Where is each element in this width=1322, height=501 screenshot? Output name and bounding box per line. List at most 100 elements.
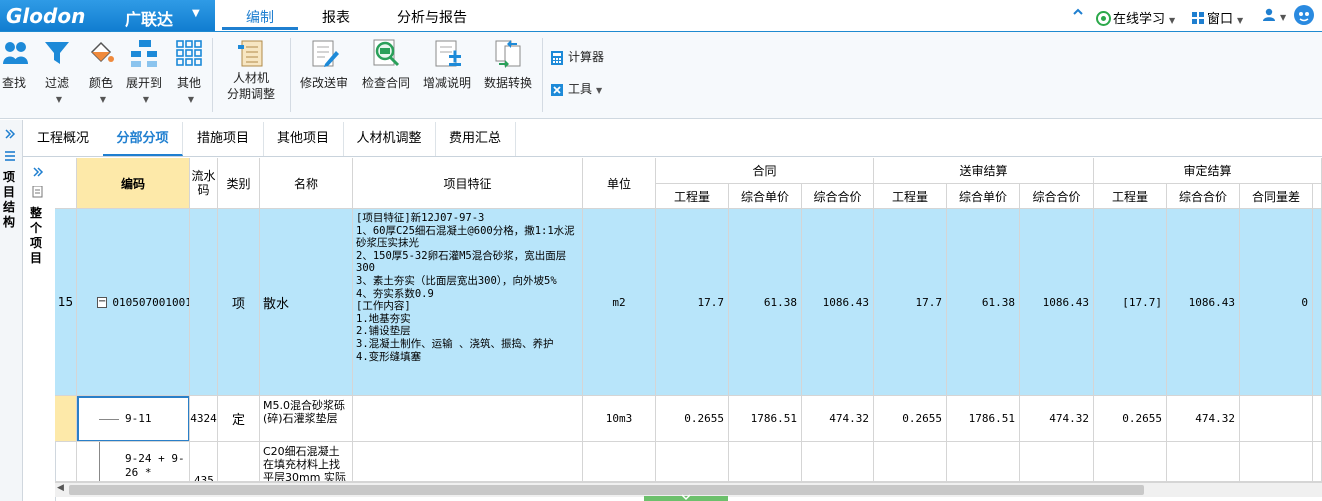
submitted-total[interactable]: 474.32 — [1020, 396, 1094, 442]
contract-total[interactable] — [802, 442, 874, 482]
table-row-code[interactable]: 9-11 — [77, 396, 190, 442]
approved-total[interactable]: 474.32 — [1167, 396, 1240, 442]
menu-lines-icon[interactable] — [4, 150, 16, 162]
app-menu-dropdown-icon[interactable]: ▼ — [192, 8, 200, 19]
header-submitted-qty[interactable]: 工程量 — [874, 184, 947, 209]
header-unit[interactable]: 单位 — [583, 158, 656, 209]
tools-button[interactable]: 工具 ▼ — [550, 80, 602, 97]
filter-button[interactable]: 过滤 ▼ — [40, 38, 74, 105]
online-learning-menu[interactable]: 在线学习 ▼ — [1096, 8, 1175, 27]
whole-project-node[interactable]: 整个项目 — [30, 206, 44, 266]
item-feature[interactable]: [项目特征]新12J07-97-3 1、60厚C25细石混凝土@600分格，撒1… — [353, 209, 583, 396]
header-name[interactable]: 名称 — [260, 158, 353, 209]
item-unit[interactable] — [583, 442, 656, 482]
header-code[interactable]: 编码 — [77, 158, 190, 209]
item-name[interactable]: 散水 — [260, 209, 353, 396]
main-tab-analysis[interactable]: 分析与报告 — [397, 7, 467, 27]
header-submitted-unit-price[interactable]: 综合单价 — [947, 184, 1020, 209]
item-serial[interactable] — [190, 209, 218, 396]
tab-cost-summary[interactable]: 费用汇总 — [435, 122, 516, 156]
contract-unit-price[interactable]: 61.38 — [729, 209, 802, 396]
header-type[interactable]: 类别 — [218, 158, 260, 209]
item-type[interactable]: 定 — [218, 396, 260, 442]
expand-panel-icon[interactable] — [4, 128, 16, 140]
row-index[interactable] — [55, 396, 77, 442]
check-contract-button[interactable]: 检查合同 — [360, 38, 412, 91]
item-name[interactable]: M5.0混合砂浆砾(碎)石灌浆垫层 — [260, 396, 353, 442]
submitted-unit-price[interactable]: 61.38 — [947, 209, 1020, 396]
submitted-unit-price[interactable]: 1786.51 — [947, 396, 1020, 442]
contract-unit-price[interactable]: 1786.51 — [729, 396, 802, 442]
row-index[interactable]: 15 — [55, 209, 77, 396]
main-tab-report[interactable]: 报表 — [322, 7, 350, 27]
submitted-unit-price[interactable] — [947, 442, 1020, 482]
approved-total[interactable] — [1167, 442, 1240, 482]
contract-qty[interactable]: 0.2655 — [656, 396, 729, 442]
data-convert-button[interactable]: 数据转换 — [480, 38, 536, 91]
item-serial[interactable]: 4324 — [190, 396, 218, 442]
submitted-total[interactable] — [1020, 442, 1094, 482]
header-approved-qty[interactable]: 工程量 — [1094, 184, 1167, 209]
tab-labor-material-adjust[interactable]: 人材机调整 — [343, 122, 436, 156]
user-menu[interactable]: ▼ — [1262, 8, 1286, 24]
chevron-up-icon[interactable] — [1072, 6, 1084, 22]
row-index[interactable] — [55, 442, 77, 482]
collapse-tree-icon[interactable] — [32, 166, 44, 178]
submitted-total[interactable]: 1086.43 — [1020, 209, 1094, 396]
contract-total[interactable]: 1086.43 — [802, 209, 874, 396]
item-feature[interactable] — [353, 396, 583, 442]
app-logo-menu[interactable]: Glodon 广联达 ▼ — [0, 0, 215, 31]
contract-diff[interactable] — [1240, 396, 1313, 442]
header-contract-diff[interactable]: 合同量差 — [1240, 184, 1313, 209]
expand-toggle-icon[interactable]: − — [97, 296, 108, 308]
header-contract-unit-price[interactable]: 综合单价 — [729, 184, 802, 209]
change-notes-button[interactable]: 增减说明 — [420, 38, 474, 91]
approved-qty[interactable]: 0.2655 — [1094, 396, 1167, 442]
approved-qty[interactable]: [17.7] — [1094, 209, 1167, 396]
approved-qty[interactable] — [1094, 442, 1167, 482]
expand-to-button[interactable]: 展开到 ▼ — [122, 38, 166, 105]
contract-diff[interactable] — [1240, 442, 1313, 482]
assistant-avatar-icon[interactable] — [1294, 5, 1314, 25]
color-button[interactable]: 颜色 ▼ — [84, 38, 118, 105]
table-row-code[interactable]: 9-24 + 9-26 * — [77, 442, 190, 482]
tab-project-overview[interactable]: 工程概况 — [23, 122, 104, 156]
submitted-qty[interactable] — [874, 442, 947, 482]
document-icon[interactable] — [32, 186, 44, 198]
modify-submission-button[interactable]: 修改送审 — [296, 38, 352, 91]
contract-total[interactable]: 474.32 — [802, 396, 874, 442]
approved-total[interactable]: 1086.43 — [1167, 209, 1240, 396]
tab-measure-items[interactable]: 措施项目 — [183, 122, 264, 156]
scroll-left-icon[interactable]: ◀ — [57, 483, 64, 493]
other-button[interactable]: 其他 ▼ — [172, 38, 206, 105]
contract-qty[interactable] — [656, 442, 729, 482]
contract-unit-price[interactable] — [729, 442, 802, 482]
calculator-button[interactable]: 计算器 — [550, 48, 604, 65]
item-feature[interactable] — [353, 442, 583, 482]
item-serial[interactable]: 435 — [190, 442, 218, 482]
item-name[interactable]: C20细石混凝土在填充材料上找平层30mm 实际 — [260, 442, 353, 482]
submitted-qty[interactable]: 0.2655 — [874, 396, 947, 442]
header-approved-total[interactable]: 综合合价 — [1167, 184, 1240, 209]
tab-subdivision-items[interactable]: 分部分项 — [103, 122, 183, 156]
scrollbar-thumb[interactable] — [69, 485, 1144, 495]
submitted-qty[interactable]: 17.7 — [874, 209, 947, 396]
item-type[interactable] — [218, 442, 260, 482]
header-submitted-total[interactable]: 综合合价 — [1020, 184, 1094, 209]
contract-diff[interactable]: 0 — [1240, 209, 1313, 396]
item-unit[interactable]: 10m3 — [583, 396, 656, 442]
header-serial[interactable]: 流水码 — [190, 158, 218, 209]
item-unit[interactable]: m2 — [583, 209, 656, 396]
header-feature[interactable]: 项目特征 — [353, 158, 583, 209]
main-tab-edit[interactable]: 编制 — [246, 7, 274, 27]
header-contract-total[interactable]: 综合合价 — [802, 184, 874, 209]
labor-material-phase-adjust-button[interactable]: 人材机 分期调整 — [222, 38, 280, 102]
item-type[interactable]: 项 — [218, 209, 260, 396]
find-button[interactable]: 查找 — [0, 38, 28, 91]
bottom-panel-handle[interactable] — [644, 494, 728, 501]
header-contract-qty[interactable]: 工程量 — [656, 184, 729, 209]
tab-other-items[interactable]: 其他项目 — [263, 122, 344, 156]
contract-qty[interactable]: 17.7 — [656, 209, 729, 396]
table-row-code[interactable]: −010507001001 — [77, 209, 190, 396]
window-menu[interactable]: 窗口 ▼ — [1192, 8, 1243, 27]
